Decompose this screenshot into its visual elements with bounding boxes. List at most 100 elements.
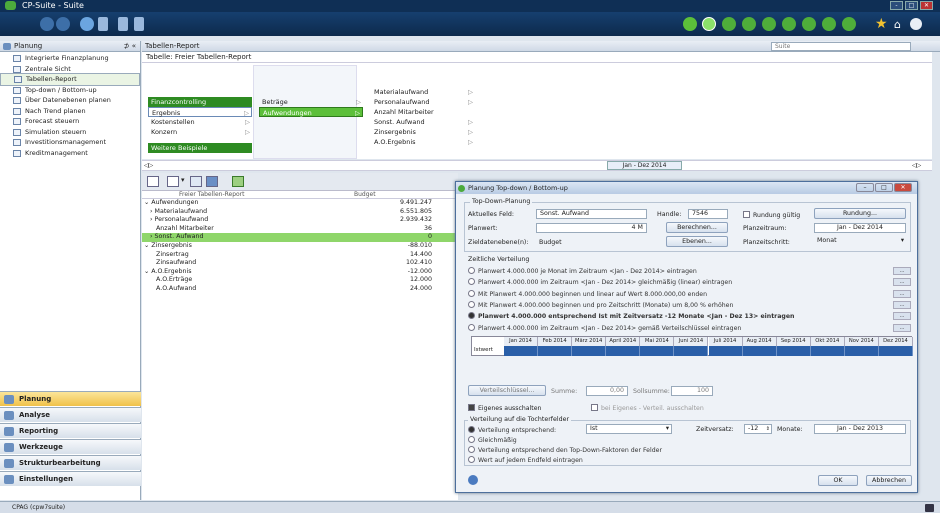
month-value-cell[interactable] <box>742 346 777 356</box>
help-icon[interactable] <box>910 18 922 30</box>
planning-green-icon[interactable] <box>683 17 697 31</box>
nav-item-tabellen-report[interactable]: Tabellen-Report <box>0 73 140 86</box>
radio-option-6[interactable]: Planwert 4.000.000 im Zeitraum <Jan - De… <box>468 324 741 332</box>
option-detail-button[interactable]: ... <box>893 300 911 309</box>
section-reporting[interactable]: Reporting <box>0 423 141 438</box>
radio-gleichmaessig[interactable]: Gleichmäßig <box>468 436 517 444</box>
month-value-cell[interactable] <box>674 346 709 356</box>
monate-field[interactable]: Jan - Dez 2013 <box>814 424 906 434</box>
section-einstellungen[interactable]: Einstellungen <box>0 471 141 486</box>
add-row-icon[interactable] <box>167 176 179 187</box>
grid-col-budget-header[interactable]: Budget <box>354 191 376 199</box>
radio-option-3[interactable]: Mit Planwert 4.000.000 beginnen und line… <box>468 290 707 298</box>
excel-icon[interactable] <box>232 176 244 187</box>
table-row[interactable]: › Materialaufwand 6.551.805 <box>142 208 458 217</box>
month-value-cell[interactable] <box>606 346 641 356</box>
month-value-cell[interactable] <box>776 346 811 356</box>
favorite-star-icon[interactable]: ★ <box>875 17 888 31</box>
minimize-button[interactable]: - <box>890 1 903 10</box>
menu-item-kostenstellen[interactable]: Kostenstellen ▷ <box>148 117 252 127</box>
section-analyse[interactable]: Analyse <box>0 407 141 422</box>
nav-item-simulation[interactable]: Simulation steuern <box>0 127 140 138</box>
month-value-cell[interactable] <box>538 346 573 356</box>
dialog-minimize-button[interactable]: – <box>856 183 874 192</box>
forward-icon[interactable] <box>56 17 70 31</box>
dialog-close-button[interactable]: ✕ <box>894 183 912 192</box>
planning-active-icon[interactable] <box>702 17 716 31</box>
planwert-field[interactable]: 4 M <box>536 223 647 233</box>
radio-top-down-faktoren[interactable]: Verteilung entsprechend den Top-Down-Fak… <box>468 446 662 454</box>
dialog-maximize-button[interactable]: □ <box>875 183 893 192</box>
timeline-right-arrow-icon[interactable]: ◁▷ <box>912 162 921 169</box>
nav-item-forecast[interactable]: Forecast steuern <box>0 116 140 127</box>
section-werkzeuge[interactable]: Werkzeuge <box>0 439 141 454</box>
table-row[interactable]: Zinsertrag 14.400 <box>142 251 458 260</box>
menu-item-ergebnis[interactable]: Ergebnis ▷ <box>148 107 252 117</box>
menu-item-aufwendungen[interactable]: Aufwendungen ▷ <box>259 107 363 117</box>
user-icon[interactable] <box>842 17 856 31</box>
eigenes-ausschalten-checkbox[interactable]: Eigenes ausschalten <box>468 404 541 412</box>
nav-item-kreditmanagement[interactable]: Kreditmanagement <box>0 148 140 159</box>
table-row[interactable]: ⌄ A.O.Ergebnis -12.000 <box>142 268 458 277</box>
menu-item-konzern[interactable]: Konzern ▷ <box>148 127 252 137</box>
timeline-left-arrow-icon[interactable]: ◁▷ <box>144 162 153 169</box>
month-value-cell[interactable] <box>572 346 607 356</box>
nav-item-trend[interactable]: Nach Trend planen <box>0 106 140 117</box>
refresh-icon[interactable] <box>80 17 94 31</box>
radio-option-2[interactable]: Planwert 4.000.000 im Zeitraum <Jan - De… <box>468 278 732 286</box>
close-button[interactable]: ✕ <box>920 1 933 10</box>
nav-item-integrierte-finanzplanung[interactable]: Integrierte Finanzplanung <box>0 53 140 64</box>
rundung-button[interactable]: Rundung... <box>814 208 906 219</box>
dropdown-icon[interactable]: ▾ <box>181 176 185 184</box>
table-row[interactable]: › Personalaufwand 2.939.432 <box>142 216 458 225</box>
month-value-cell[interactable] <box>844 346 879 356</box>
verteilschluessel-button[interactable]: Verteilschlüssel... <box>468 385 546 396</box>
option-detail-button[interactable]: ... <box>893 278 911 287</box>
abbrechen-button[interactable]: Abbrechen <box>866 475 912 486</box>
month-value-cell[interactable] <box>708 346 743 356</box>
nav-item-top-down-bottom-up[interactable]: Top-down / Bottom-up <box>0 85 140 96</box>
table-row[interactable]: Zinsaufwand 102.410 <box>142 259 458 268</box>
radio-option-1[interactable]: Planwert 4.000.000 je Monat im Zeitraum … <box>468 267 697 275</box>
verteilung-select[interactable]: Ist ▾ <box>586 424 672 434</box>
section-planung[interactable]: Planung <box>0 391 141 406</box>
option-detail-button[interactable]: ... <box>893 323 911 332</box>
menu-item-zinsergebnis[interactable]: Zinsergebnis ▷ <box>371 127 475 137</box>
status-resize-icon[interactable] <box>925 504 934 512</box>
radio-option-4[interactable]: Mit Planwert 4.000.000 beginnen und pro … <box>468 301 733 309</box>
nav-item-investitionsmanagement[interactable]: Investitionsmanagement <box>0 137 140 148</box>
radio-wert-endfeld[interactable]: Wert auf jedem Endfeld eintragen <box>468 456 583 464</box>
tools-icon[interactable] <box>802 17 816 31</box>
bei-eigenes-checkbox[interactable]: bei Eigenes - Verteil. ausschalten <box>591 404 704 412</box>
summe-field[interactable]: 0,00 <box>586 386 628 396</box>
grid-col-name-header[interactable]: Freier Tabellen-Report <box>179 191 245 199</box>
table-row[interactable]: A.O.Aufwand 24.000 <box>142 285 458 294</box>
nav-item-zentrale-sicht[interactable]: Zentrale Sicht <box>0 64 140 75</box>
export-icon[interactable] <box>190 176 202 187</box>
grid-view-icon[interactable] <box>147 176 159 187</box>
rundung-checkbox[interactable]: Rundung gültig <box>743 211 800 219</box>
table-row[interactable]: Anzahl Mitarbeiter 36 <box>142 225 458 234</box>
handle-field[interactable]: 7546 <box>688 209 728 219</box>
menu-item-weitere-beispiele[interactable]: Weitere Beispiele <box>148 143 252 153</box>
menu-item-betraege[interactable]: Beträge ▷ <box>259 97 363 107</box>
month-value-cell[interactable] <box>810 346 845 356</box>
month-value-cell[interactable] <box>878 346 913 356</box>
menu-item-personalaufwand[interactable]: Personalaufwand ▷ <box>371 97 475 107</box>
zeitversatz-stepper[interactable]: -12 ⇕ <box>744 424 772 434</box>
ok-button[interactable]: OK <box>818 475 858 486</box>
month-value-cell[interactable] <box>504 346 539 356</box>
berechnen-button[interactable]: Berechnen... <box>666 222 728 233</box>
nav-item-datenebenen[interactable]: Über Datenebenen planen <box>0 95 140 106</box>
section-strukturbearbeitung[interactable]: Strukturbearbeitung <box>0 455 141 470</box>
option-detail-button[interactable]: ... <box>893 267 911 275</box>
menu-item-sonst-aufwand[interactable]: Sonst. Aufwand ▷ <box>371 117 475 127</box>
planzeitschritt-select[interactable]: Monat ▾ <box>814 237 906 247</box>
option-detail-button[interactable]: ... <box>893 312 911 321</box>
edit-icon[interactable] <box>722 17 736 31</box>
radio-option-5[interactable]: Planwert 4.000.000 entsprechend Ist mit … <box>468 312 794 320</box>
list-icon[interactable] <box>98 17 108 31</box>
dialog-help-icon[interactable] <box>468 475 478 485</box>
suite-search-input[interactable]: Suite <box>771 42 911 51</box>
menu-item-materialaufwand[interactable]: Materialaufwand ▷ <box>371 87 475 97</box>
